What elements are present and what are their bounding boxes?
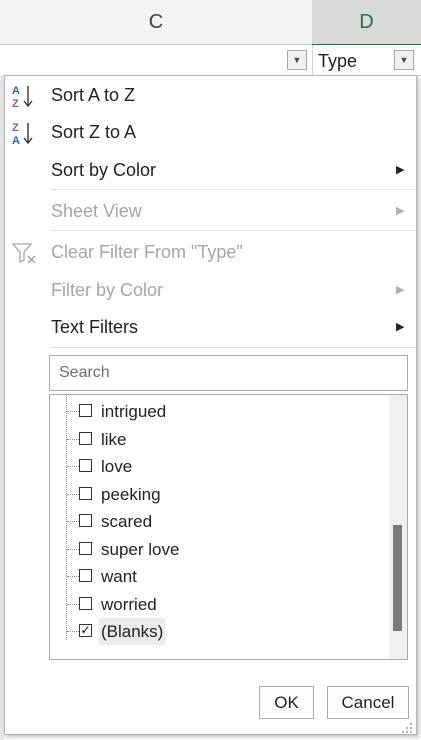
filter-value-label: like [101, 429, 127, 449]
menu-sort-by-color-label: Sort by Color [51, 160, 157, 180]
filter-value-item[interactable]: want [50, 563, 390, 590]
checkbox-unchecked[interactable] [79, 596, 92, 610]
sort-descending-icon: Z A [12, 122, 33, 146]
filter-value-item[interactable]: peeking [50, 481, 390, 508]
tree-connector [67, 631, 79, 632]
search-input[interactable] [49, 355, 408, 391]
sort-ascending-icon: A Z [12, 85, 33, 109]
menu-text-filters[interactable]: Text Filters ▶ [5, 309, 416, 346]
cancel-button[interactable]: Cancel [327, 686, 409, 719]
filter-value-item[interactable]: love [50, 453, 390, 480]
filter-value-label: (Blanks) [99, 618, 166, 645]
scrollbar-thumb[interactable] [393, 525, 402, 631]
column-header-c[interactable]: C [0, 0, 313, 44]
resize-grip-icon[interactable] [401, 722, 413, 734]
type-header-cell[interactable]: Type [318, 45, 357, 75]
clear-filter-icon [11, 243, 36, 264]
filter-values-list: intrigued like love peeking scared super love… [49, 394, 408, 660]
menu-separator [51, 230, 416, 231]
submenu-arrow-icon: ▶ [396, 321, 405, 333]
menu-sort-a-to-z-label: Sort A to Z [51, 85, 136, 105]
svg-text:A: A [12, 135, 20, 146]
filter-value-item[interactable]: worried [50, 591, 390, 618]
cell-divider [312, 45, 313, 75]
menu-clear-filter-label: Clear Filter From "Type" [51, 242, 243, 262]
menu-text-filters-label: Text Filters [51, 317, 139, 337]
checkbox-unchecked[interactable] [79, 541, 92, 555]
filter-value-label: want [101, 567, 137, 586]
checkbox-checked[interactable]: ✓ [79, 624, 92, 637]
column-header-bar: C D [0, 0, 421, 46]
menu-filter-by-color: Filter by Color ▶ [5, 272, 416, 309]
filter-value-label: love [101, 457, 133, 476]
filter-value-item[interactable]: like [50, 426, 390, 453]
header-row: ▼ Type ▼ [0, 45, 421, 76]
menu-sheet-view: Sheet View ▶ [5, 193, 416, 230]
filter-value-item[interactable]: super love [50, 536, 390, 563]
filter-value-label: peeking [101, 484, 161, 504]
menu-sort-z-to-a-label: Sort Z to A [51, 122, 137, 142]
checkbox-unchecked[interactable] [79, 431, 92, 445]
menu-filter-by-color-label: Filter by Color [51, 280, 164, 300]
submenu-arrow-icon: ▶ [396, 205, 405, 217]
filter-value-item[interactable]: scared [50, 508, 390, 535]
filter-dropdown-button-c[interactable]: ▼ [287, 50, 307, 70]
submenu-arrow-icon: ▶ [396, 284, 405, 296]
svg-text:Z: Z [12, 98, 19, 109]
menu-sort-a-to-z[interactable]: A Z Sort A to Z [5, 77, 416, 114]
menu-clear-filter: Clear Filter From "Type" [5, 234, 416, 271]
submenu-arrow-icon: ▶ [396, 164, 405, 176]
svg-text:A: A [12, 85, 20, 97]
tree-connector [67, 438, 79, 440]
menu-sort-z-to-a[interactable]: Z A Sort Z to A [5, 114, 416, 151]
filter-value-item[interactable]: ✓ (Blanks) [50, 618, 390, 645]
checkbox-unchecked[interactable] [79, 569, 92, 582]
filter-value-label: intrigued [101, 402, 167, 421]
tree-connector [67, 466, 79, 467]
column-header-d[interactable]: D [312, 0, 421, 46]
tree-connector [67, 603, 79, 605]
svg-text:Z: Z [12, 122, 19, 134]
tree-connector [67, 548, 79, 550]
list-scrollbar[interactable] [389, 395, 407, 659]
checkbox-unchecked[interactable] [79, 404, 92, 417]
ok-button[interactable]: OK [259, 686, 314, 719]
tree-connector [67, 576, 79, 577]
menu-separator [51, 189, 416, 190]
checkbox-unchecked[interactable] [79, 514, 92, 527]
filter-dropdown-button-d[interactable]: ▼ [394, 50, 414, 70]
filter-value-label: super love [101, 539, 180, 559]
filter-value-label: scared [101, 512, 153, 531]
tree-connector [67, 411, 79, 412]
menu-separator [51, 347, 416, 348]
tree-connector [67, 521, 79, 522]
tree-connector [67, 493, 79, 495]
filter-value-item[interactable]: intrigued [50, 398, 390, 425]
checkbox-unchecked[interactable] [79, 459, 92, 472]
filter-value-label: worried [101, 594, 157, 614]
autofilter-panel: A Z Sort A to Z Z A Sort Z to A Sort by … [4, 75, 417, 735]
checkbox-unchecked[interactable] [79, 486, 92, 500]
menu-sort-by-color[interactable]: Sort by Color ▶ [5, 152, 416, 189]
menu-sheet-view-label: Sheet View [51, 201, 142, 221]
